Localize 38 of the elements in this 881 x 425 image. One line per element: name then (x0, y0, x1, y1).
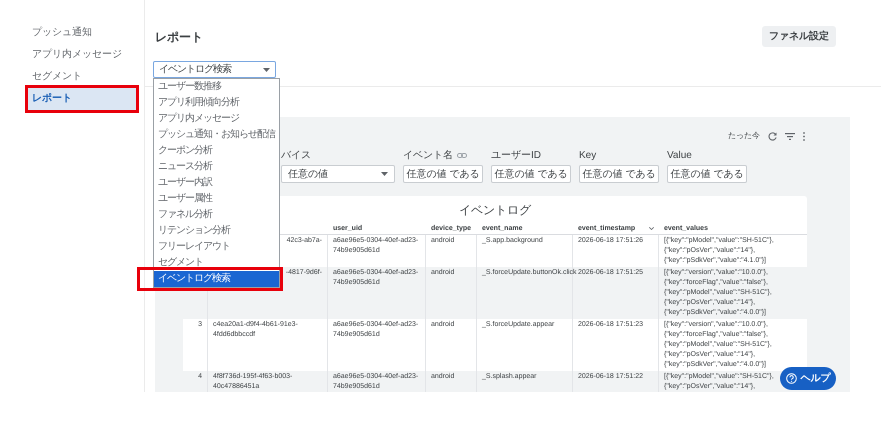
menu-item[interactable]: プッシュ通知・お知らせ配信 (154, 127, 279, 143)
menu-item[interactable]: ニュース分析 (154, 159, 279, 175)
sidebar-item[interactable]: プッシュ通知 (28, 22, 136, 44)
report-select[interactable]: イベントログ検索 (153, 61, 276, 78)
menu-item[interactable]: アプリ利用傾向分析 (154, 95, 279, 111)
help-button[interactable]: ヘルプ (780, 367, 836, 390)
filter-label: ユーザーID (491, 149, 541, 162)
page-title: レポート (155, 28, 203, 46)
filter-label: Key (579, 149, 596, 162)
caret-down-icon (381, 172, 388, 176)
filter-icon (785, 132, 795, 140)
menu-item[interactable]: クーポン分析 (154, 143, 279, 159)
menu-item[interactable]: ファネル分析 (154, 207, 279, 223)
filter-field[interactable]: 任意の値 である (667, 165, 747, 183)
filter-label: イベント名 (403, 149, 453, 162)
filter-label: バイス (281, 149, 311, 162)
updated-time: たった今 (728, 130, 760, 142)
sidebar-item[interactable]: レポート (28, 88, 136, 110)
funnel-settings-button[interactable]: ファネル設定 (762, 26, 836, 47)
menu-item[interactable]: イベントログ検索 (154, 271, 279, 287)
refresh-icon (768, 132, 777, 140)
filter-field[interactable]: 任意の値 である (579, 165, 659, 183)
help-icon (786, 373, 796, 384)
filter-field[interactable]: 任意の値 である (403, 165, 483, 183)
menu-item[interactable]: アプリ内メッセージ (154, 111, 279, 127)
menu-item[interactable]: リテンション分析 (154, 223, 279, 239)
menu-item[interactable]: ユーザー属性 (154, 191, 279, 207)
caret-down-icon (263, 68, 270, 72)
menu-item[interactable]: セグメント (154, 255, 279, 271)
menu-item[interactable]: ユーザー数推移 (154, 79, 279, 95)
sidebar-item[interactable]: アプリ内メッセージ (28, 44, 136, 66)
menu-item[interactable]: フリーレイアウト (154, 239, 279, 255)
filter-select[interactable]: 任意の値 (281, 165, 395, 183)
filter-field[interactable]: 任意の値 である (491, 165, 571, 183)
table-title: イベントログ (459, 203, 531, 217)
filter-label: Value (667, 149, 692, 162)
sidebar-item[interactable]: セグメント (28, 66, 136, 88)
menu-item[interactable]: ユーザー内訳 (154, 175, 279, 191)
